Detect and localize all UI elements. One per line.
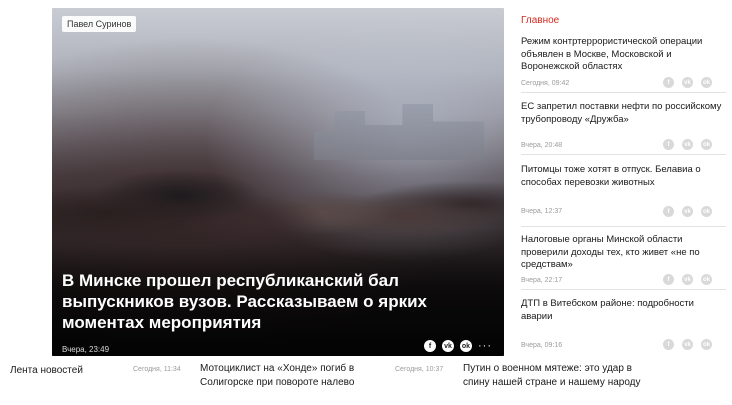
odnoklassniki-icon[interactable]: ok bbox=[701, 274, 712, 285]
odnoklassniki-icon[interactable]: ok bbox=[460, 340, 472, 352]
sidebar-title[interactable]: Главное bbox=[521, 14, 726, 28]
hero-article[interactable]: Павел Суринов В Минске прошел республика… bbox=[52, 8, 504, 356]
feed-item-timestamp: Сегодня, 10:37 bbox=[395, 366, 444, 373]
vk-icon[interactable]: vk bbox=[682, 139, 693, 150]
facebook-icon[interactable]: f bbox=[663, 139, 674, 150]
divider bbox=[521, 289, 726, 290]
news-headline[interactable]: Налоговые органы Минской области провери… bbox=[521, 234, 726, 272]
divider bbox=[521, 154, 726, 155]
odnoklassniki-icon[interactable]: ok bbox=[701, 139, 712, 150]
vk-icon[interactable]: vk bbox=[682, 274, 693, 285]
news-share-bar: f vk ok bbox=[663, 77, 712, 88]
more-options-icon[interactable]: ··· bbox=[478, 340, 492, 352]
vk-icon[interactable]: vk bbox=[442, 340, 454, 352]
news-headline[interactable]: ЕС запретил поставки нефти по российском… bbox=[521, 101, 726, 126]
hero-title[interactable]: В Минске прошел республиканский бал выпу… bbox=[62, 270, 502, 333]
news-headline[interactable]: Питомцы тоже хотят в отпуск. Белавиа о с… bbox=[521, 164, 726, 189]
news-share-bar: f vk ok bbox=[663, 339, 712, 350]
news-share-bar: f vk ok bbox=[663, 206, 712, 217]
news-feed-label[interactable]: Лента новостей bbox=[10, 365, 83, 376]
news-timestamp: Вчера, 20:48 bbox=[521, 142, 563, 149]
vk-icon[interactable]: vk bbox=[682, 206, 693, 217]
facebook-icon[interactable]: f bbox=[663, 77, 674, 88]
news-share-bar: f vk ok bbox=[663, 274, 712, 285]
sidebar-news-item[interactable]: Режим контртеррористической операции объ… bbox=[521, 36, 726, 88]
news-timestamp: Вчера, 09:16 bbox=[521, 342, 563, 349]
odnoklassniki-icon[interactable]: ok bbox=[701, 339, 712, 350]
photo-credit: Павел Суринов bbox=[62, 16, 137, 32]
hero-timestamp: Вчера, 23:49 bbox=[62, 345, 110, 354]
news-timestamp: Вчера, 12:37 bbox=[521, 208, 563, 215]
facebook-icon[interactable]: f bbox=[663, 339, 674, 350]
news-feed-strip: Лента новостей Сегодня, 11:34 Мотоциклис… bbox=[0, 356, 732, 405]
sidebar-news-item[interactable]: ЕС запретил поставки нефти по российском… bbox=[521, 101, 726, 150]
odnoklassniki-icon[interactable]: ok bbox=[701, 77, 712, 88]
news-timestamp: Сегодня, 09:42 bbox=[521, 80, 570, 87]
divider bbox=[521, 226, 726, 227]
feed-item-headline[interactable]: Путин о военном мятеже: это удар в спину… bbox=[463, 362, 653, 390]
divider bbox=[521, 92, 726, 93]
vk-icon[interactable]: vk bbox=[682, 77, 693, 88]
facebook-icon[interactable]: f bbox=[663, 274, 674, 285]
news-share-bar: f vk ok bbox=[663, 139, 712, 150]
news-headline[interactable]: Режим контртеррористической операции объ… bbox=[521, 36, 726, 74]
hero-share-bar: f vk ok ··· bbox=[424, 340, 492, 352]
facebook-icon[interactable]: f bbox=[663, 206, 674, 217]
feed-item-timestamp: Сегодня, 11:34 bbox=[133, 366, 181, 373]
facebook-icon[interactable]: f bbox=[424, 340, 436, 352]
news-timestamp: Вчера, 22:17 bbox=[521, 277, 563, 284]
sidebar-news-item[interactable]: ДТП в Витебском районе: подробности авар… bbox=[521, 298, 726, 350]
feed-item-headline[interactable]: Мотоциклист на «Хонде» погиб в Солигорск… bbox=[200, 362, 380, 390]
sidebar-news-item[interactable]: Налоговые органы Минской области провери… bbox=[521, 234, 726, 285]
main-news-sidebar: Главное Режим контртеррористической опер… bbox=[516, 8, 726, 350]
sidebar-news-item[interactable]: Питомцы тоже хотят в отпуск. Белавиа о с… bbox=[521, 164, 726, 217]
news-headline[interactable]: ДТП в Витебском районе: подробности авар… bbox=[521, 298, 726, 323]
odnoklassniki-icon[interactable]: ok bbox=[701, 206, 712, 217]
vk-icon[interactable]: vk bbox=[682, 339, 693, 350]
